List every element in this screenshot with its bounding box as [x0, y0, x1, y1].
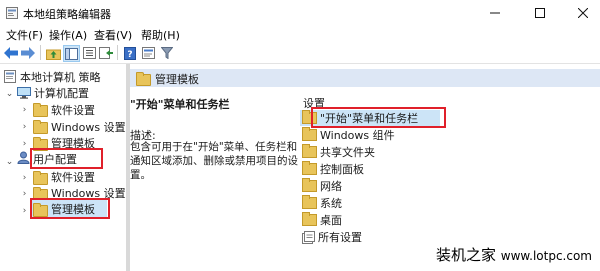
folder-up-icon	[45, 49, 61, 60]
computer-icon	[17, 86, 31, 99]
folder-icon	[302, 127, 317, 141]
minimize-icon	[490, 12, 500, 14]
filter-button[interactable]	[159, 45, 175, 61]
user-icon	[17, 151, 30, 164]
folder-icon	[302, 195, 317, 209]
svg-text:?: ?	[127, 50, 132, 60]
list-item-windows-components[interactable]: Windows 组件	[300, 127, 395, 143]
details-header: 管理模板	[130, 69, 600, 87]
maximize-button[interactable]	[525, 0, 555, 26]
back-button[interactable]	[3, 45, 19, 61]
list-item-all-settings[interactable]: 所有设置	[300, 229, 362, 245]
menu-bar: 文件(F) 操作(A) 查看(V) 帮助(H)	[0, 26, 600, 42]
menu-action[interactable]: 操作(A)	[49, 27, 87, 43]
filter-icon	[161, 47, 173, 59]
close-icon	[578, 8, 588, 18]
list-item-control-panel[interactable]: 控制面板	[300, 161, 364, 177]
list-icon	[82, 47, 96, 59]
list-view-button[interactable]	[81, 45, 97, 61]
title-bar: 本地组策略编辑器	[0, 0, 600, 26]
menu-file[interactable]: 文件(F)	[6, 27, 43, 43]
close-button[interactable]	[568, 0, 598, 26]
folder-icon	[302, 178, 317, 192]
details-header-title: 管理模板	[155, 73, 199, 86]
properties-button[interactable]	[140, 45, 156, 61]
app-icon	[6, 7, 18, 19]
tree-item-cc-windows[interactable]: Windows 设置	[51, 118, 126, 135]
show-hide-tree-button[interactable]	[63, 45, 80, 62]
folder-icon	[33, 120, 48, 134]
list-item-label: Windows 组件	[320, 129, 395, 142]
list-item-shared-folders[interactable]: 共享文件夹	[300, 144, 375, 160]
forward-arrow-icon	[21, 47, 35, 59]
properties-icon	[141, 47, 155, 59]
menu-help[interactable]: 帮助(H)	[141, 27, 180, 43]
tree-item-label: 计算机配置	[34, 86, 89, 100]
tree-item-cc-software[interactable]: 软件设置	[51, 101, 95, 118]
list-item-label: 系统	[320, 197, 342, 210]
toolbar-separator	[40, 45, 41, 60]
highlight-box	[30, 148, 103, 169]
tree-item-root[interactable]: 本地计算机 策略	[4, 68, 101, 85]
chevron-right-icon[interactable]: ›	[20, 206, 29, 216]
folder-icon	[33, 171, 48, 185]
chevron-right-icon[interactable]: ›	[20, 139, 29, 149]
watermark-url: www.lotpc.com	[500, 249, 592, 263]
folder-icon	[302, 161, 317, 175]
export-list-button[interactable]	[98, 45, 114, 61]
tree-item-computer-config[interactable]: 计算机配置	[17, 84, 89, 101]
watermark-cn: 装机之家	[436, 246, 497, 264]
chevron-right-icon[interactable]: ›	[20, 122, 29, 132]
list-item-label: 控制面板	[320, 163, 364, 176]
chevron-right-icon[interactable]: ›	[20, 173, 29, 183]
list-item-label: 共享文件夹	[320, 146, 375, 159]
chevron-right-icon[interactable]: ›	[20, 189, 29, 199]
console-tree-icon	[65, 47, 78, 60]
toolbar: ?	[0, 42, 600, 64]
list-item-label: 网络	[320, 180, 342, 193]
menu-view[interactable]: 查看(V)	[94, 27, 132, 43]
tree-item-uc-software[interactable]: 软件设置	[51, 168, 95, 185]
export-icon	[99, 47, 113, 59]
policy-document-icon	[4, 70, 16, 83]
folder-icon	[302, 212, 317, 226]
highlight-box	[30, 198, 110, 219]
chevron-down-icon[interactable]: ⌄	[5, 157, 14, 167]
folder-icon	[33, 103, 48, 117]
back-arrow-icon	[4, 47, 18, 59]
list-item-network[interactable]: 网络	[300, 178, 342, 194]
help-button[interactable]: ?	[122, 45, 138, 61]
description-title: "开始"菜单和任务栏	[130, 98, 230, 111]
folder-icon	[136, 72, 151, 86]
all-settings-icon	[302, 230, 315, 244]
list-item-label: 所有设置	[318, 231, 362, 244]
list-item-label: 桌面	[320, 214, 342, 227]
toolbar-separator	[117, 45, 118, 60]
help-icon: ?	[124, 46, 136, 60]
chevron-right-icon[interactable]: ›	[20, 105, 29, 115]
minimize-button[interactable]	[480, 0, 510, 26]
up-folder-button[interactable]	[45, 45, 61, 61]
list-item-system[interactable]: 系统	[300, 195, 342, 211]
maximize-icon	[535, 8, 545, 18]
tree-item-label: 本地计算机 策略	[20, 70, 101, 84]
highlight-box	[311, 107, 446, 128]
watermark: 装机之家 www.lotpc.com	[436, 244, 592, 265]
description-body: 包含可用于在"开始"菜单、任务栏和通知区域添加、删除或禁用项目的设置。	[130, 141, 298, 181]
forward-button[interactable]	[20, 45, 36, 61]
folder-icon	[302, 144, 317, 158]
window-title: 本地组策略编辑器	[23, 8, 111, 21]
list-item-desktop[interactable]: 桌面	[300, 212, 342, 228]
chevron-down-icon[interactable]: ⌄	[5, 89, 14, 99]
